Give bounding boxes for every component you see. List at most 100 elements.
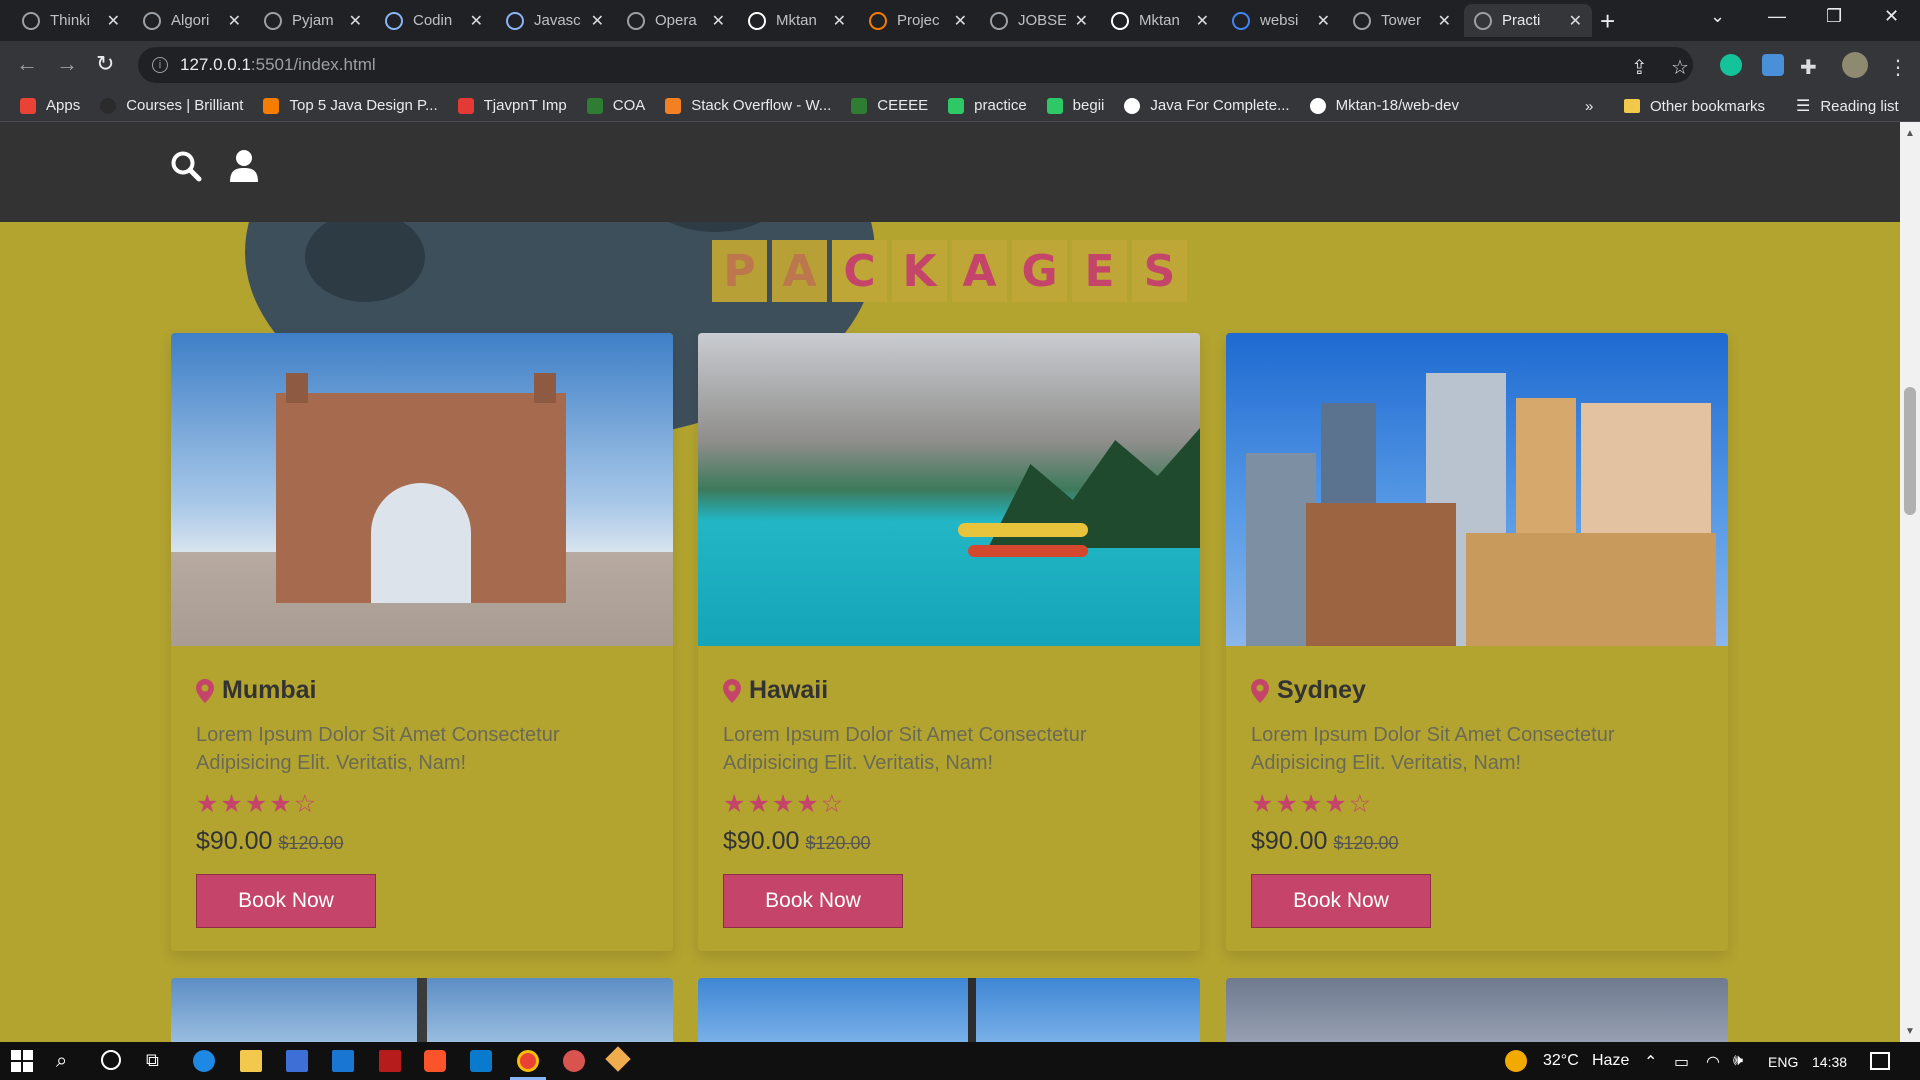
bookmark-item[interactable]: TjavpnT Imp (457, 97, 567, 114)
weather-icon[interactable] (1505, 1050, 1527, 1072)
clock[interactable]: 14:38 (1812, 1054, 1847, 1070)
bookmark-item[interactable]: Stack Overflow - W... (665, 97, 831, 114)
bookmark-item[interactable]: Top 5 Java Design P... (263, 97, 438, 114)
extensions-puzzle-icon[interactable]: ✚ (1800, 55, 1817, 80)
edge-icon[interactable] (193, 1050, 215, 1072)
browser-tab[interactable]: Mktan ✕ (738, 4, 856, 37)
weather-temp[interactable]: 32°C (1543, 1052, 1579, 1070)
scroll-up-icon[interactable]: ▲ (1905, 128, 1915, 139)
browser-tab[interactable]: Thinki ✕ (12, 4, 130, 37)
restore-icon[interactable]: ❐ (1826, 6, 1842, 27)
volume-icon[interactable]: 🕪 (1733, 1052, 1743, 1070)
reload-icon[interactable]: ↻ (96, 51, 114, 77)
brave-icon[interactable] (424, 1050, 446, 1072)
share-icon[interactable]: ⇪ (1631, 55, 1648, 80)
book-now-button[interactable]: Book Now (723, 874, 903, 928)
chrome-taskbar-icon[interactable] (517, 1050, 539, 1072)
minimize-icon[interactable]: — (1768, 6, 1786, 27)
browser-tab[interactable]: Pyjam ✕ (254, 4, 372, 37)
page-scrollbar[interactable]: ▲ ▼ (1900, 122, 1920, 1042)
app-icon[interactable] (563, 1050, 585, 1072)
browser-tab[interactable]: JOBSE ✕ (980, 4, 1098, 37)
git-icon[interactable] (605, 1046, 631, 1072)
notifications-icon[interactable] (1870, 1052, 1890, 1070)
user-icon[interactable] (230, 150, 258, 182)
browser-tab[interactable]: Opera ✕ (617, 4, 735, 37)
close-tab-icon[interactable]: ✕ (591, 11, 604, 31)
task-view-icon[interactable]: ⧉ (146, 1050, 168, 1072)
search-taskbar-icon[interactable]: ⌕ (56, 1050, 78, 1072)
grammarly-extension-icon[interactable] (1720, 54, 1742, 76)
bookmark-star-icon[interactable]: ☆ (1671, 55, 1689, 80)
reading-list[interactable]: ☰ Reading list (1796, 90, 1899, 122)
close-tab-icon[interactable]: ✕ (470, 11, 483, 31)
back-icon[interactable]: ← (16, 51, 38, 77)
store-icon[interactable] (286, 1050, 308, 1072)
file-explorer-icon[interactable] (240, 1050, 262, 1072)
bookmark-item[interactable]: Courses | Brilliant (100, 97, 243, 114)
search-icon[interactable] (170, 150, 202, 182)
browser-tab[interactable]: Practi ✕ (1464, 4, 1592, 37)
browser-tab[interactable]: websi ✕ (1222, 4, 1340, 37)
close-tab-icon[interactable]: ✕ (954, 11, 967, 31)
h-icon (948, 97, 965, 114)
cortana-icon[interactable] (101, 1050, 121, 1070)
bookmark-item[interactable]: CEEEE (851, 97, 928, 114)
tab-search-icon[interactable]: ⌄ (1710, 6, 1725, 27)
mail-icon[interactable] (332, 1050, 354, 1072)
close-tab-icon[interactable]: ✕ (1438, 11, 1451, 31)
bookmark-item[interactable]: Apps (20, 97, 80, 114)
vscode-icon[interactable] (470, 1050, 492, 1072)
tray-chevron-icon[interactable]: ⌃ (1644, 1052, 1657, 1072)
close-tab-icon[interactable]: ✕ (1196, 11, 1209, 31)
browser-toolbar: ← → ↻ i 127.0.0.1:5501/index.html ⇪ ☆ ✚ … (0, 41, 1920, 90)
browser-tab[interactable]: Javasc ✕ (496, 4, 614, 37)
wifi-icon[interactable]: ◠ (1706, 1052, 1720, 1072)
tab-strip: Thinki ✕ Algori ✕ Pyjam ✕ Codin ✕ Javasc ✕ Opera ✕ M… (0, 0, 1920, 41)
chrome-menu-icon[interactable]: ⋮ (1888, 55, 1908, 80)
new-tab-button[interactable]: + (1600, 6, 1615, 37)
browser-tab[interactable]: Mktan ✕ (1101, 4, 1219, 37)
close-tab-icon[interactable]: ✕ (1569, 11, 1582, 31)
windows-start-icon[interactable] (11, 1050, 33, 1072)
address-bar[interactable]: i 127.0.0.1:5501/index.html (138, 47, 1693, 83)
bookmarks-overflow[interactable]: » (1585, 90, 1593, 122)
bookmark-item[interactable]: Mktan-18/web-dev (1309, 97, 1459, 114)
close-tab-icon[interactable]: ✕ (833, 11, 846, 31)
bookmark-item[interactable]: begii (1046, 97, 1104, 114)
browser-tab[interactable]: Algori ✕ (133, 4, 251, 37)
weather-desc[interactable]: Haze (1592, 1052, 1629, 1070)
close-tab-icon[interactable]: ✕ (107, 11, 120, 31)
close-tab-icon[interactable]: ✕ (712, 11, 725, 31)
close-tab-icon[interactable]: ✕ (1075, 11, 1088, 31)
forward-icon[interactable]: → (56, 51, 78, 77)
browser-tab[interactable]: Codin ✕ (375, 4, 493, 37)
other-bookmarks[interactable]: Other bookmarks (1624, 90, 1765, 122)
package-card-image-city (1226, 978, 1728, 1042)
browser-tab[interactable]: Tower ✕ (1343, 4, 1461, 37)
page-viewport: PACKAGES Mumbai Lorem Ipsum Dolor Sit Ame… (0, 122, 1900, 1042)
scrollbar-thumb[interactable] (1904, 387, 1916, 515)
folder-icon (1624, 99, 1640, 113)
profile-avatar[interactable] (1842, 52, 1868, 78)
language-indicator[interactable]: ENG (1768, 1054, 1798, 1070)
globe-icon (143, 11, 161, 30)
github-icon (1111, 11, 1129, 30)
translate-extension-icon[interactable] (1762, 54, 1784, 76)
bookmark-item[interactable]: COA (586, 97, 645, 114)
close-window-icon[interactable]: ✕ (1884, 6, 1899, 27)
site-info-icon[interactable]: i (152, 57, 168, 73)
app-icon[interactable] (379, 1050, 401, 1072)
book-now-button[interactable]: Book Now (196, 874, 376, 928)
tab-title: Javasc (534, 12, 581, 29)
close-tab-icon[interactable]: ✕ (1317, 11, 1330, 31)
bookmark-item[interactable]: practice (948, 97, 1027, 114)
scroll-down-icon[interactable]: ▼ (1905, 1026, 1915, 1037)
close-tab-icon[interactable]: ✕ (228, 11, 241, 31)
close-tab-icon[interactable]: ✕ (349, 11, 362, 31)
book-now-button[interactable]: Book Now (1251, 874, 1431, 928)
browser-tab[interactable]: Projec ✕ (859, 4, 977, 37)
bookmark-item[interactable]: Java For Complete... (1124, 97, 1290, 114)
battery-icon[interactable]: ▭ (1674, 1052, 1689, 1072)
bookmark-label: practice (974, 97, 1027, 114)
